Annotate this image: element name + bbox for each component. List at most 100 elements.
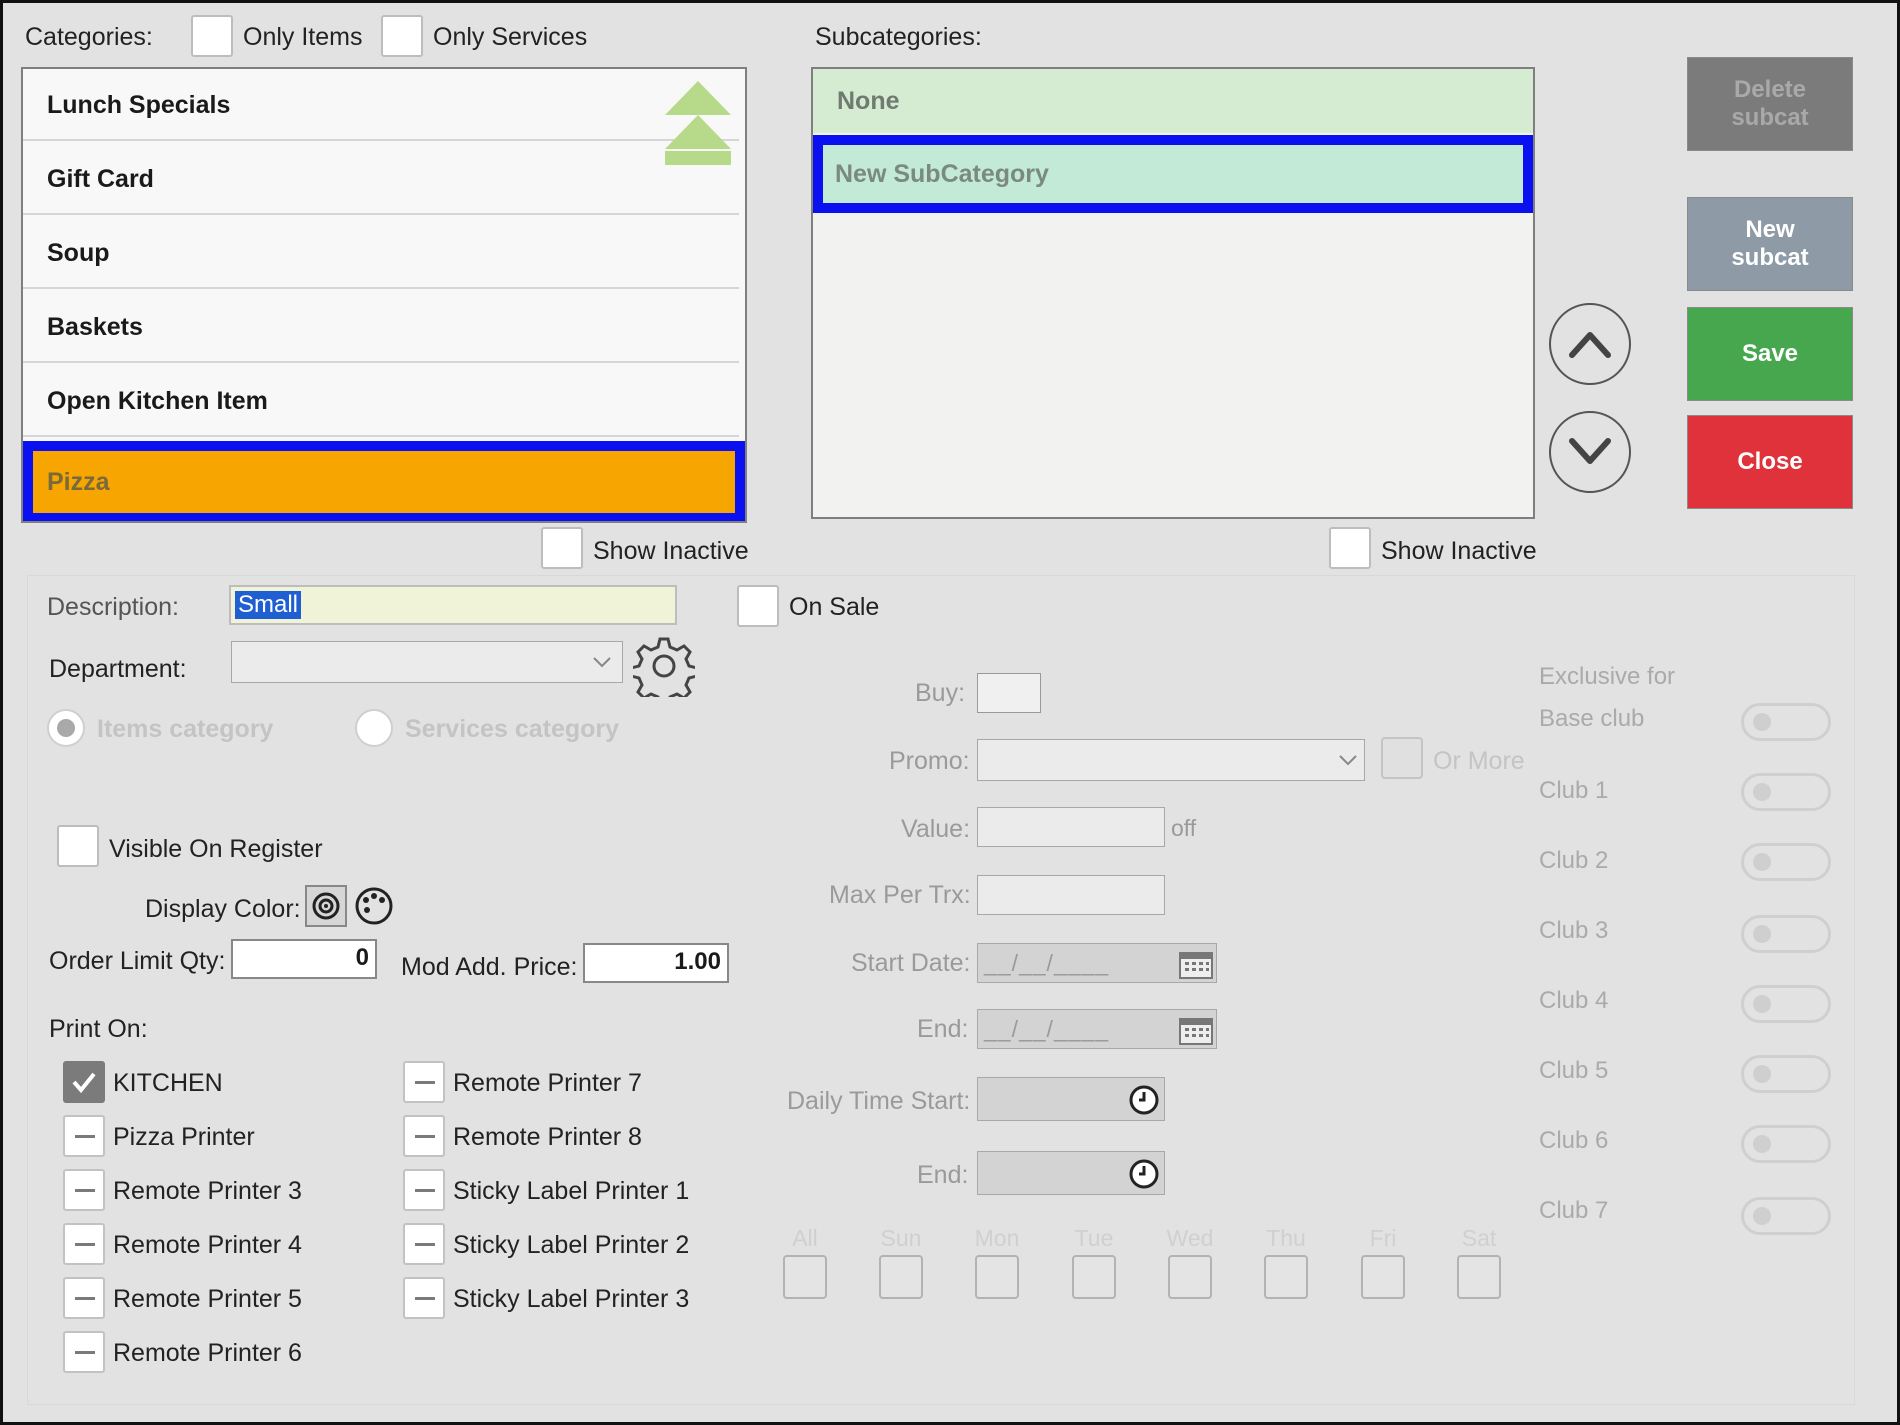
printer-checkbox[interactable] <box>63 1331 105 1373</box>
day-checkbox[interactable] <box>783 1255 827 1299</box>
day-label: All <box>792 1225 818 1251</box>
show-inactive-categories-label: Show Inactive <box>593 537 749 565</box>
printer-checkbox[interactable] <box>63 1115 105 1157</box>
subcategory-list[interactable]: None New SubCategory <box>811 67 1535 519</box>
show-inactive-subcategories-checkbox[interactable] <box>1329 527 1371 569</box>
max-per-trx-input[interactable] <box>977 875 1165 915</box>
close-button[interactable]: Close <box>1687 415 1853 509</box>
or-more-label: Or More <box>1433 747 1525 775</box>
services-category-label: Services category <box>405 715 620 743</box>
printer-checkbox[interactable] <box>403 1277 445 1319</box>
subcategory-item[interactable]: None <box>813 69 1533 133</box>
calendar-icon[interactable] <box>1178 948 1214 980</box>
end-date-label: End: <box>917 1015 969 1043</box>
max-per-trx-label: Max Per Trx: <box>829 881 971 909</box>
items-category-radio[interactable] <box>47 709 85 747</box>
printer-checkbox[interactable] <box>63 1169 105 1211</box>
day-checkbox[interactable] <box>1168 1255 1212 1299</box>
printer-checkbox-checked[interactable] <box>63 1061 105 1103</box>
printer-label: Sticky Label Printer 3 <box>453 1285 690 1313</box>
checkmark-icon <box>72 1072 96 1094</box>
category-item[interactable]: Lunch Specials <box>23 69 739 141</box>
new-subcat-label: New subcat <box>1731 216 1809 271</box>
club-label: Club 3 <box>1539 917 1609 944</box>
club-toggle[interactable] <box>1741 843 1831 881</box>
club-toggle[interactable] <box>1741 773 1831 811</box>
scroll-top-icon[interactable] <box>663 79 733 169</box>
printer-checkbox[interactable] <box>403 1223 445 1265</box>
daily-time-end-input[interactable] <box>977 1151 1165 1195</box>
chevron-up-icon <box>1569 332 1611 358</box>
gear-icon[interactable] <box>633 635 695 697</box>
category-item[interactable]: Baskets <box>23 291 739 363</box>
day-label: Thu <box>1266 1225 1306 1251</box>
printer-checkbox[interactable] <box>403 1115 445 1157</box>
day-checkbox[interactable] <box>1264 1255 1308 1299</box>
description-input[interactable]: Small <box>229 585 677 625</box>
only-items-checkbox[interactable] <box>191 15 233 57</box>
club-toggle[interactable] <box>1741 1055 1831 1093</box>
category-item[interactable]: Gift Card <box>23 143 739 215</box>
category-item-label: Baskets <box>47 313 143 341</box>
delete-subcat-button[interactable]: Delete subcat <box>1687 57 1853 151</box>
buy-input[interactable] <box>977 673 1041 713</box>
day-checkbox[interactable] <box>1457 1255 1501 1299</box>
day-label: Mon <box>974 1225 1020 1251</box>
calendar-icon[interactable] <box>1178 1014 1214 1046</box>
buy-label: Buy: <box>915 679 966 707</box>
move-down-button[interactable] <box>1549 411 1631 493</box>
only-services-checkbox[interactable] <box>381 15 423 57</box>
printer-checkbox[interactable] <box>63 1277 105 1319</box>
target-icon-svg <box>312 892 340 920</box>
day-checkbox[interactable] <box>1072 1255 1116 1299</box>
printer-label: Remote Printer 4 <box>113 1231 302 1259</box>
category-item[interactable]: Soup <box>23 217 739 289</box>
category-list[interactable]: Lunch Specials Gift Card Soup Baskets Op… <box>21 67 747 523</box>
or-more-checkbox[interactable] <box>1381 737 1423 779</box>
mod-add-price-input[interactable]: 1.00 <box>583 943 729 983</box>
palette-icon[interactable] <box>353 885 395 927</box>
printer-checkbox[interactable] <box>63 1223 105 1265</box>
daily-time-start-input[interactable] <box>977 1077 1165 1121</box>
printer-label: Remote Printer 6 <box>113 1339 302 1367</box>
category-item-label: Soup <box>47 239 110 267</box>
clock-icon[interactable] <box>1128 1158 1160 1190</box>
value-input[interactable] <box>977 807 1165 847</box>
club-toggle[interactable] <box>1741 1197 1831 1235</box>
end-date-value: __/__/____ <box>984 1016 1110 1042</box>
target-icon[interactable] <box>305 885 347 927</box>
category-item[interactable]: Open Kitchen Item <box>23 365 739 437</box>
club-toggle[interactable] <box>1741 915 1831 953</box>
day-checkbox[interactable] <box>879 1255 923 1299</box>
club-toggle[interactable] <box>1741 1125 1831 1163</box>
printer-checkbox[interactable] <box>403 1061 445 1103</box>
start-date-input[interactable]: __/__/____ <box>977 943 1217 983</box>
clock-icon[interactable] <box>1128 1084 1160 1116</box>
printer-label: Pizza Printer <box>113 1123 255 1151</box>
new-subcat-button[interactable]: New subcat <box>1687 197 1853 291</box>
club-toggle[interactable] <box>1741 703 1831 741</box>
printer-checkbox[interactable] <box>403 1169 445 1211</box>
promo-dropdown[interactable] <box>977 739 1365 781</box>
club-label: Base club <box>1539 705 1645 732</box>
day-checkbox[interactable] <box>1361 1255 1405 1299</box>
show-inactive-subcategories-label: Show Inactive <box>1381 537 1537 565</box>
move-up-button[interactable] <box>1549 303 1631 385</box>
department-dropdown[interactable] <box>231 641 623 683</box>
daily-end-label: End: <box>917 1161 969 1189</box>
club-toggle[interactable] <box>1741 985 1831 1023</box>
end-date-input[interactable]: __/__/____ <box>977 1009 1217 1049</box>
save-button[interactable]: Save <box>1687 307 1853 401</box>
category-item-selected[interactable]: Pizza <box>23 441 745 521</box>
services-category-radio[interactable] <box>355 709 393 747</box>
show-inactive-categories-checkbox[interactable] <box>541 527 583 569</box>
close-label: Close <box>1737 448 1803 475</box>
only-services-label: Only Services <box>433 23 588 51</box>
day-checkbox[interactable] <box>975 1255 1019 1299</box>
order-limit-input[interactable]: 0 <box>231 939 377 979</box>
visible-on-register-checkbox[interactable] <box>57 825 99 867</box>
day-label: Fri <box>1369 1225 1397 1251</box>
department-label: Department: <box>49 655 187 683</box>
subcategory-item-selected[interactable]: New SubCategory <box>813 135 1533 213</box>
on-sale-checkbox[interactable] <box>737 585 779 627</box>
